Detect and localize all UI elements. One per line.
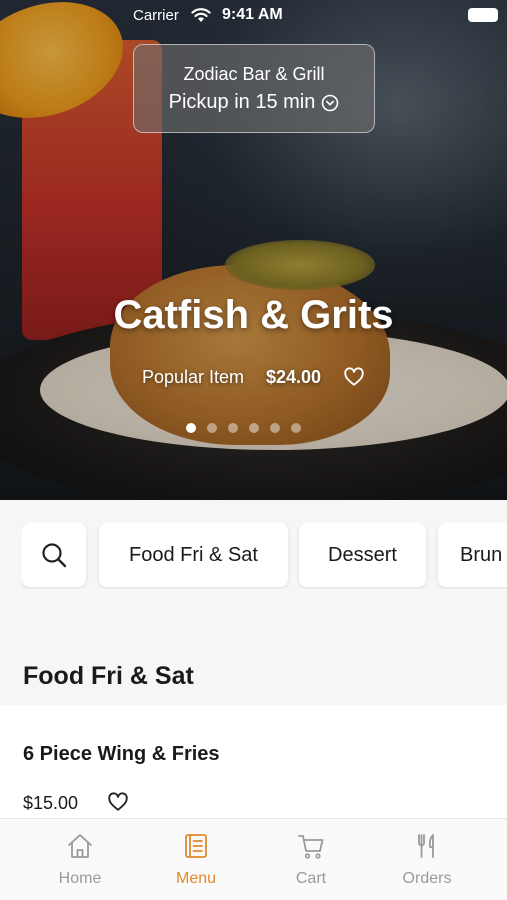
- carousel-dot[interactable]: [291, 423, 301, 433]
- search-icon: [42, 543, 67, 568]
- carousel-dot[interactable]: [270, 423, 280, 433]
- heart-icon[interactable]: [343, 366, 365, 388]
- menu-item[interactable]: 6 Piece Wing & Fries $15.00: [0, 705, 507, 825]
- category-chip-dessert[interactable]: Dessert: [299, 523, 426, 587]
- tab-home-label: Home: [58, 870, 102, 887]
- carrier-label: Carrier: [133, 7, 179, 24]
- home-icon: [68, 834, 92, 858]
- hero-item-price: $24.00: [266, 366, 322, 387]
- wifi-icon: [191, 8, 211, 22]
- orders-icon: [418, 834, 434, 858]
- restaurant-name: Zodiac Bar & Grill: [183, 64, 325, 84]
- menu-item-name: 6 Piece Wing & Fries: [23, 743, 220, 765]
- hero-item-meta: Popular Item $24.00: [0, 366, 507, 388]
- pickup-label: Pickup in 15 min: [168, 91, 316, 113]
- carousel-dot[interactable]: [186, 423, 196, 433]
- carousel-dot[interactable]: [207, 423, 217, 433]
- status-bar: Carrier 9:41 AM: [0, 0, 507, 30]
- popular-tag: Popular Item: [141, 366, 244, 387]
- tab-home[interactable]: Home: [30, 831, 130, 888]
- tab-bar: Home Menu Cart Orders: [0, 818, 507, 900]
- menu-item-price: $15.00: [23, 793, 79, 813]
- tab-orders-label: Orders: [402, 870, 452, 887]
- tab-cart-label: Cart: [295, 870, 327, 887]
- category-bar[interactable]: Food Fri & Sat Dessert Brun: [22, 523, 507, 589]
- cart-icon: [298, 835, 324, 859]
- search-button[interactable]: [22, 523, 86, 587]
- hero-banner[interactable]: Carrier 9:41 AM Zodiac Bar & Grill Picku…: [0, 0, 507, 500]
- pickup-time[interactable]: Pickup in 15 min: [134, 91, 374, 114]
- battery-icon: [468, 8, 498, 22]
- tab-orders[interactable]: Orders: [377, 831, 477, 888]
- heart-icon[interactable]: [107, 791, 129, 813]
- carousel-dots[interactable]: [186, 423, 301, 433]
- tab-menu[interactable]: Menu: [146, 831, 246, 888]
- carousel-dot[interactable]: [228, 423, 238, 433]
- clock: 9:41 AM: [222, 6, 283, 23]
- location-selector[interactable]: Zodiac Bar & Grill Pickup in 15 min: [133, 44, 375, 133]
- tab-cart[interactable]: Cart: [261, 831, 361, 888]
- carousel-dot[interactable]: [249, 423, 259, 433]
- menu-icon: [185, 834, 207, 858]
- tab-menu-label: Menu: [175, 870, 217, 887]
- chevron-down-circle-icon: [322, 94, 339, 111]
- category-chip-food[interactable]: Food Fri & Sat: [99, 523, 288, 587]
- section-title: Food Fri & Sat: [23, 662, 194, 690]
- hero-item-title[interactable]: Catfish & Grits: [0, 293, 507, 338]
- category-chip-brunch[interactable]: Brun: [438, 523, 507, 587]
